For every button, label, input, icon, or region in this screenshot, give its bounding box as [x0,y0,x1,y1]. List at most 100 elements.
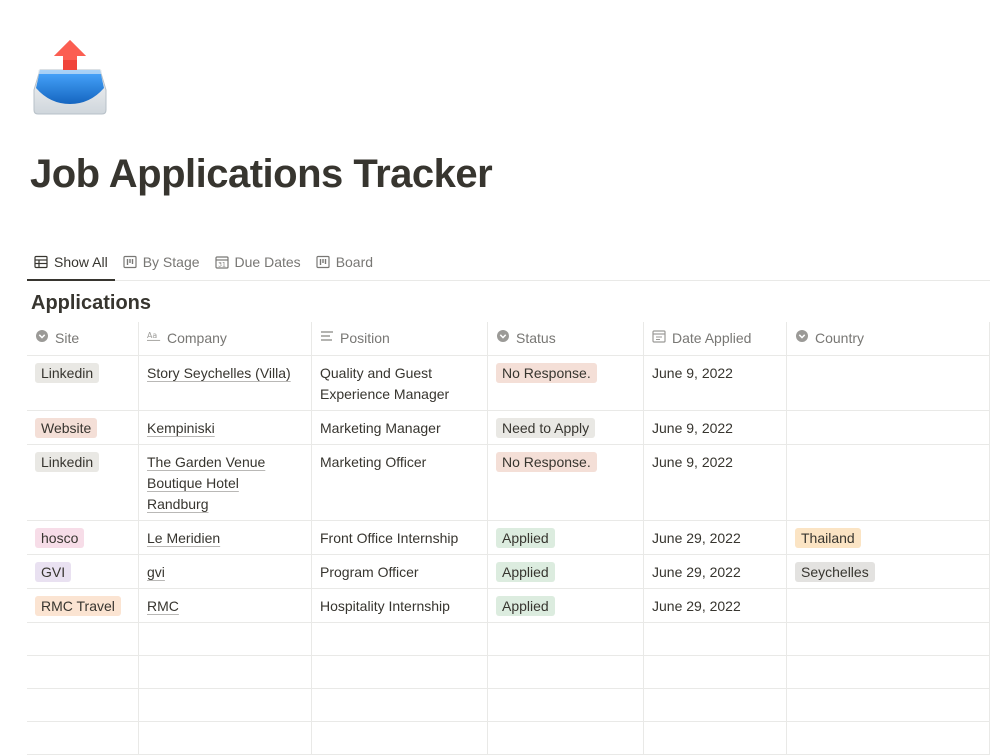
site-tag: Website [35,418,98,438]
empty-cell[interactable] [787,689,990,721]
site-tag: RMC Travel [35,596,121,616]
empty-cell[interactable] [787,623,990,655]
empty-cell[interactable] [312,722,488,754]
empty-cell[interactable] [644,689,787,721]
status-cell[interactable]: Need to Apply [488,411,644,444]
empty-cell[interactable] [488,689,644,721]
position-cell[interactable]: Quality and Guest Experience Manager [312,356,488,410]
site-cell[interactable]: Website [27,411,139,444]
table-row[interactable]: Linkedin The Garden Venue Boutique Hotel… [27,445,990,521]
status-cell[interactable]: No Response. [488,356,644,410]
table-row[interactable]: GVI gvi Program Officer Applied June 29,… [27,555,990,589]
position-cell[interactable]: Hospitality Internship [312,589,488,622]
empty-table-row[interactable] [27,623,990,656]
status-cell[interactable]: Applied [488,589,644,622]
country-cell[interactable] [787,356,990,410]
empty-cell[interactable] [27,722,139,754]
table-row[interactable]: RMC Travel RMC Hospitality Internship Ap… [27,589,990,623]
database-title[interactable]: Applications [31,292,151,315]
empty-cell[interactable] [139,623,312,655]
date-cell[interactable]: June 9, 2022 [644,445,787,520]
position-cell[interactable]: Front Office Internship [312,521,488,554]
column-header-position[interactable]: Position [312,322,488,355]
column-header-label: Position [340,330,390,346]
company-link[interactable]: Le Meridien [147,530,220,546]
tab-show-all[interactable]: Show All [27,244,115,281]
status-cell[interactable]: Applied [488,521,644,554]
table-header-row: Site Aa Company Position Status Date App… [27,322,990,356]
empty-cell[interactable] [488,656,644,688]
position-cell[interactable]: Marketing Officer [312,445,488,520]
empty-cell[interactable] [787,722,990,754]
empty-cell[interactable] [27,689,139,721]
empty-cell[interactable] [139,656,312,688]
table-row[interactable]: Website Kempiniski Marketing Manager Nee… [27,411,990,445]
tab-label: Show All [54,254,108,270]
company-link[interactable]: Story Seychelles (Villa) [147,365,291,381]
company-link[interactable]: gvi [147,564,165,580]
status-cell[interactable]: Applied [488,555,644,588]
site-tag: GVI [35,562,72,582]
calendar-icon: 31 [214,255,229,269]
site-cell[interactable]: RMC Travel [27,589,139,622]
company-link[interactable]: The Garden Venue Boutique Hotel Randburg [147,454,265,512]
table-row[interactable]: Linkedin Story Seychelles (Villa) Qualit… [27,356,990,411]
date-cell[interactable]: June 29, 2022 [644,555,787,588]
column-header-status[interactable]: Status [488,322,644,355]
text-icon: Aa [147,328,161,349]
column-header-country[interactable]: Country [787,322,990,355]
tab-label: By Stage [142,254,200,270]
column-header-site[interactable]: Site [27,322,139,355]
empty-cell[interactable] [787,656,990,688]
table-row[interactable]: hosco Le Meridien Front Office Internshi… [27,521,990,555]
empty-cell[interactable] [27,623,139,655]
empty-table-row[interactable] [27,722,990,755]
empty-cell[interactable] [644,656,787,688]
empty-cell[interactable] [27,656,139,688]
site-cell[interactable]: GVI [27,555,139,588]
empty-cell[interactable] [488,722,644,754]
site-cell[interactable]: Linkedin [27,445,139,520]
company-cell[interactable]: gvi [139,555,312,588]
empty-cell[interactable] [488,623,644,655]
column-header-company[interactable]: Aa Company [139,322,312,355]
date-cell[interactable]: June 9, 2022 [644,411,787,444]
company-link[interactable]: RMC [147,598,179,614]
position-cell[interactable]: Marketing Manager [312,411,488,444]
company-cell[interactable]: Story Seychelles (Villa) [139,356,312,410]
country-cell[interactable] [787,411,990,444]
empty-cell[interactable] [139,722,312,754]
date-cell[interactable]: June 9, 2022 [644,356,787,410]
tab-due-dates[interactable]: 31 Due Dates [208,244,308,280]
svg-text:31: 31 [218,262,226,269]
empty-cell[interactable] [312,689,488,721]
company-cell[interactable]: Kempiniski [139,411,312,444]
empty-cell[interactable] [312,623,488,655]
company-cell[interactable]: The Garden Venue Boutique Hotel Randburg [139,445,312,520]
empty-table-row[interactable] [27,656,990,689]
empty-table-row[interactable] [27,689,990,722]
status-cell[interactable]: No Response. [488,445,644,520]
column-header-date-applied[interactable]: Date Applied [644,322,787,355]
column-header-label: Company [167,330,227,346]
empty-cell[interactable] [139,689,312,721]
country-cell[interactable] [787,589,990,622]
country-cell[interactable]: Seychelles [787,555,990,588]
page-title: Job Applications Tracker [30,152,493,196]
country-cell[interactable] [787,445,990,520]
date-cell[interactable]: June 29, 2022 [644,521,787,554]
company-cell[interactable]: Le Meridien [139,521,312,554]
country-cell[interactable]: Thailand [787,521,990,554]
date-cell[interactable]: June 29, 2022 [644,589,787,622]
empty-cell[interactable] [312,656,488,688]
position-cell[interactable]: Program Officer [312,555,488,588]
empty-cell[interactable] [644,722,787,754]
empty-cell[interactable] [644,623,787,655]
company-link[interactable]: Kempiniski [147,420,215,436]
company-cell[interactable]: RMC [139,589,312,622]
tab-by-stage[interactable]: By Stage [116,244,207,280]
tab-board[interactable]: Board [309,244,380,280]
site-cell[interactable]: Linkedin [27,356,139,410]
calendar-icon [652,328,666,349]
site-cell[interactable]: hosco [27,521,139,554]
